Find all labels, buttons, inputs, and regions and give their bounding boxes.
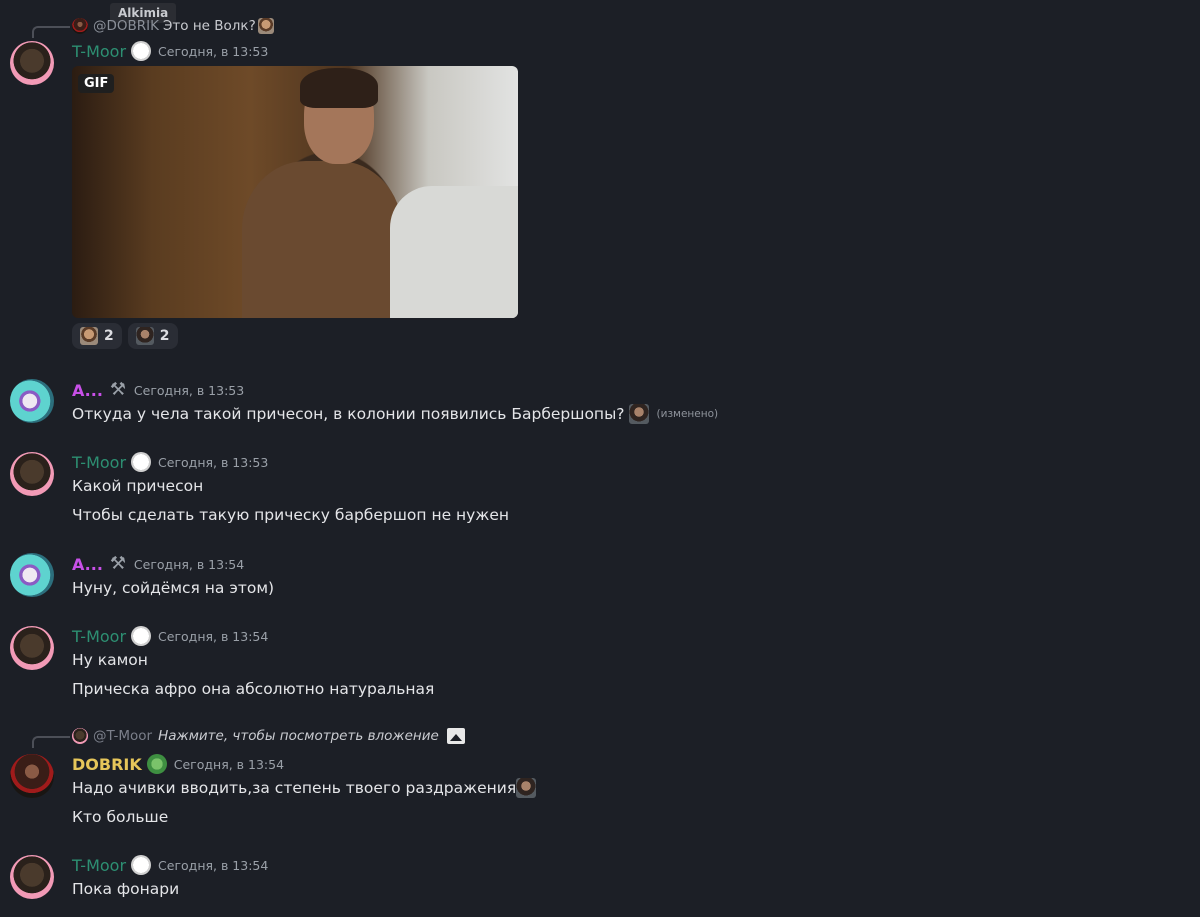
gif-figure-hair: [300, 68, 378, 108]
dark-face-emoji-icon: [135, 327, 154, 345]
gif-badge: GIF: [78, 74, 115, 93]
author-name[interactable]: T-Moor: [72, 453, 126, 472]
message-text: Надо ачивки вводить,за степень твоего ра…: [72, 777, 540, 799]
author-name[interactable]: A...: [72, 555, 103, 574]
message-header: DOBRIK Сегодня, в 13:54: [72, 753, 284, 775]
avatar[interactable]: [10, 379, 54, 423]
reply-text: Это не Волк?: [163, 18, 256, 34]
face-emoji-icon: [80, 327, 98, 345]
message-header: T-Moor Сегодня, в 13:54: [72, 625, 268, 647]
message-line: Откуда у чела такой причесон, в колонии …: [72, 405, 625, 423]
gif-figure-shirt: [390, 186, 518, 318]
reply-avatar: [72, 728, 88, 744]
clock-badge-icon: [131, 855, 152, 875]
author-name[interactable]: T-Moor: [72, 627, 126, 646]
timestamp: Сегодня, в 13:53: [133, 382, 245, 398]
message-line: Кто больше: [72, 808, 169, 826]
message-header: T-Moor Сегодня, в 13:53: [72, 451, 268, 473]
message-line: Пока фонари: [72, 880, 180, 898]
dark-face-emoji: [516, 778, 537, 798]
face-emoji: [257, 18, 274, 34]
green-badge-icon: [146, 754, 167, 774]
reaction-count: 2: [104, 328, 114, 344]
avatar[interactable]: [10, 626, 54, 670]
author-name[interactable]: A...: [72, 381, 103, 400]
reply-connector: [32, 26, 70, 38]
message-header: T-Moor Сегодня, в 13:53: [72, 40, 268, 62]
reply-text[interactable]: Нажмите, чтобы посмотреть вложение: [158, 728, 439, 744]
message-line: Надо ачивки вводить,за степень твоего ра…: [72, 779, 517, 797]
reaction[interactable]: 2: [127, 323, 178, 349]
message-line: Прическа афро она абсолютно натуральная: [72, 680, 435, 698]
reply-connector: [32, 736, 70, 748]
message-header: A... ⚒ Сегодня, в 13:54: [72, 553, 244, 575]
avatar[interactable]: [10, 41, 54, 85]
clock-badge-icon: [131, 626, 152, 646]
message-header: A... ⚒ Сегодня, в 13:53: [72, 379, 244, 401]
edited-label: (изменено): [656, 408, 719, 420]
reaction-count: 2: [159, 328, 170, 344]
reactions: 2 2: [72, 323, 178, 349]
reply-preview[interactable]: @DOBRIK Это не Волк?: [72, 16, 278, 36]
wand-badge-icon: ⚒: [109, 553, 126, 574]
author-name[interactable]: T-Moor: [72, 42, 126, 61]
timestamp: Сегодня, в 13:53: [158, 454, 269, 470]
gif-figure-body: [242, 161, 402, 318]
reply-avatar: [72, 18, 88, 34]
reaction[interactable]: 2: [72, 323, 122, 349]
avatar[interactable]: [10, 754, 54, 798]
message-line: Чтобы сделать такую прическу барбершоп н…: [72, 506, 509, 524]
reply-preview[interactable]: @T-Moor Нажмите, чтобы посмотреть вложен…: [72, 726, 465, 746]
timestamp: Сегодня, в 13:53: [158, 43, 269, 59]
avatar[interactable]: [10, 855, 54, 899]
message-text: Откуда у чела такой причесон, в колонии …: [72, 403, 718, 425]
reply-mention[interactable]: @T-Moor: [93, 728, 152, 744]
gif-attachment[interactable]: GIF: [72, 66, 518, 318]
avatar[interactable]: [10, 553, 54, 597]
clock-badge-icon: [131, 41, 152, 61]
timestamp: Сегодня, в 13:54: [158, 857, 269, 873]
author-name[interactable]: DOBRIK: [72, 755, 142, 774]
message-line: Какой причесон: [72, 477, 204, 495]
message-line: Нуну, сойдёмся на этом): [72, 579, 275, 597]
timestamp: Сегодня, в 13:54: [133, 556, 245, 572]
avatar[interactable]: [10, 452, 54, 496]
author-name[interactable]: T-Moor: [72, 856, 126, 875]
message-line: Ну камон: [72, 651, 148, 669]
dark-face-emoji: [628, 404, 649, 424]
timestamp: Сегодня, в 13:54: [158, 628, 269, 644]
message-header: T-Moor Сегодня, в 13:54: [72, 854, 268, 876]
image-icon: [446, 728, 465, 744]
reply-mention[interactable]: @DOBRIK: [93, 18, 159, 34]
timestamp: Сегодня, в 13:54: [173, 756, 285, 772]
wand-badge-icon: ⚒: [109, 379, 126, 400]
clock-badge-icon: [131, 452, 152, 472]
